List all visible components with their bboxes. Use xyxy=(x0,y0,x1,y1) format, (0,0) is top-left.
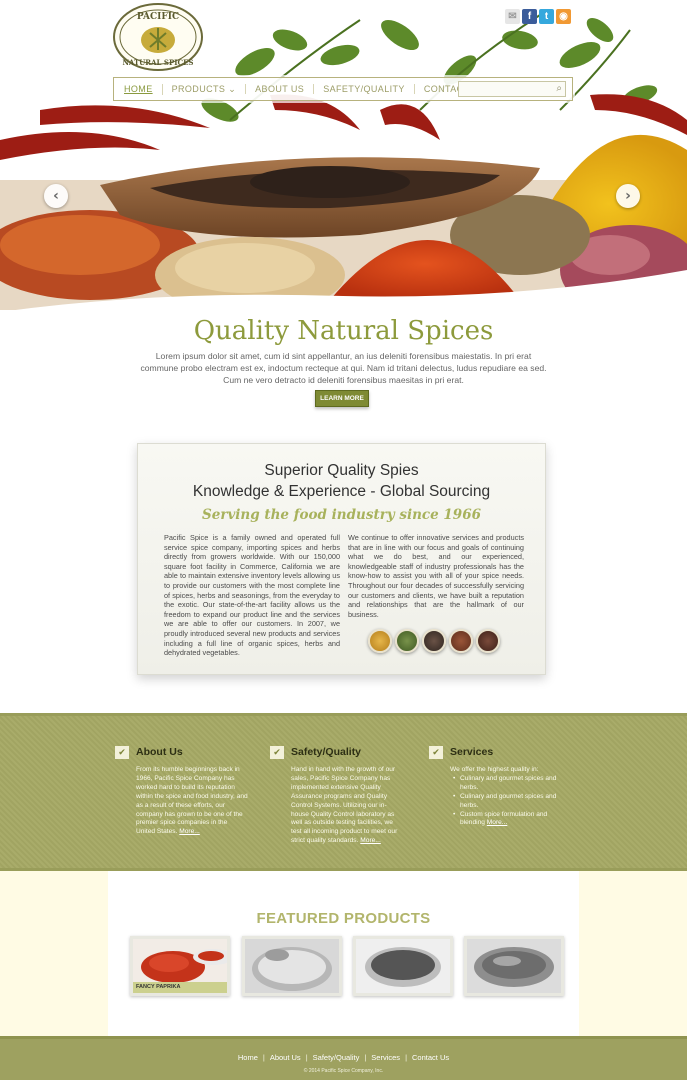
footer-link-contact-us[interactable]: Contact Us xyxy=(412,1053,449,1062)
list-item: Culinary and gourmet spices and herbs. xyxy=(450,793,562,811)
copyright: © 2014 Pacific Spice Company, Inc. xyxy=(303,1068,384,1074)
more-link[interactable]: More... xyxy=(179,828,200,835)
slider-prev-button[interactable]: ‹ xyxy=(44,184,68,208)
nav-about-us[interactable]: ABOUT US xyxy=(245,84,313,94)
feature-intro: We offer the highest quality in: xyxy=(450,766,539,773)
spice-bowl xyxy=(449,629,473,653)
product-card[interactable] xyxy=(353,936,453,996)
list-item: Culinary and gourmet spices and herbs. xyxy=(450,775,562,793)
svg-text:PACIFIC: PACIFIC xyxy=(137,12,179,22)
spice-bowl xyxy=(422,629,446,653)
check-icon: ✔ xyxy=(270,746,284,759)
featured-products-title: FEATURED PRODUCTS xyxy=(256,910,431,927)
hero-spice-image xyxy=(0,14,687,345)
check-icon: ✔ xyxy=(115,746,129,759)
footer-link-safety-quality[interactable]: Safety/Quality xyxy=(313,1053,360,1062)
more-link[interactable]: More... xyxy=(487,819,508,826)
card-subheading: Knowledge & Experience - Global Sourcing xyxy=(192,483,491,500)
social-links: ✉ f t ◉ xyxy=(505,9,571,24)
search-icon[interactable]: ⌕ xyxy=(556,83,562,94)
spice-bowls-image xyxy=(368,629,500,653)
services-list: Culinary and gourmet spices and herbs. C… xyxy=(450,775,562,828)
spice-bowl xyxy=(368,629,392,653)
feature-body: From its humble beginnings back in 1966,… xyxy=(136,766,248,836)
features-band: ✔ About Us From its humble beginnings ba… xyxy=(0,713,687,871)
feature-title: About Us xyxy=(136,746,183,758)
list-item: Custom spice formulation and blending Mo… xyxy=(450,811,562,829)
nav-products[interactable]: PRODUCTS ⌄ xyxy=(161,83,246,95)
feature-body: Hand in hand with the growth of our sale… xyxy=(291,766,398,845)
nav-safety-quality[interactable]: SAFETY/QUALITY xyxy=(313,84,414,94)
twitter-icon[interactable]: t xyxy=(539,9,554,24)
product-card[interactable] xyxy=(242,936,342,996)
footer-link-about-us[interactable]: About Us xyxy=(270,1053,301,1062)
card-tagline: Serving the food industry since 1966 xyxy=(202,507,481,523)
featured-products: FEATURED PRODUCTS FANCY PAPRIKA xyxy=(108,871,579,1036)
card-text-left: Pacific Spice is a family owned and oper… xyxy=(164,533,340,658)
nav-home[interactable]: HOME xyxy=(122,84,162,94)
pacific-natural-spices-logo[interactable]: PACIFIC NATURAL SPICES xyxy=(112,2,204,72)
product-label: FANCY PAPRIKA xyxy=(133,982,227,993)
search-box: ⌕ xyxy=(458,81,566,99)
card-text-right: We continue to offer innovative services… xyxy=(348,533,524,619)
product-image-salt xyxy=(245,939,339,993)
spice-bowl xyxy=(476,629,500,653)
email-icon[interactable]: ✉ xyxy=(505,9,520,24)
footer: Home | About Us | Safety/Quality | Services | Co… xyxy=(0,1036,687,1080)
feature-body: We offer the highest quality in: Culinar… xyxy=(450,766,562,828)
more-link[interactable]: More... xyxy=(360,837,381,844)
chevron-down-icon: ⌄ xyxy=(225,83,237,94)
footer-link-home[interactable]: Home xyxy=(238,1053,258,1062)
feature-title: Services xyxy=(450,746,494,758)
rss-icon[interactable]: ◉ xyxy=(556,9,571,24)
card-heading: Superior Quality Spies xyxy=(264,462,419,479)
footer-link-services[interactable]: Services xyxy=(371,1053,400,1062)
about-card: Superior Quality Spies Knowledge & Exper… xyxy=(137,443,546,675)
svg-text:NATURAL SPICES: NATURAL SPICES xyxy=(123,58,194,67)
product-card[interactable]: FANCY PAPRIKA xyxy=(130,936,230,996)
product-image-herbs xyxy=(467,939,561,993)
product-card[interactable] xyxy=(464,936,564,996)
learn-more-button[interactable]: LEARN MORE xyxy=(315,390,369,407)
product-image-seeds xyxy=(356,939,450,993)
slider-next-button[interactable]: › xyxy=(616,184,640,208)
footer-nav: Home | About Us | Safety/Quality | Services | Co… xyxy=(237,1053,450,1062)
facebook-icon[interactable]: f xyxy=(522,9,537,24)
hero-title: Quality Natural Spices xyxy=(193,316,494,346)
main-nav: HOME PRODUCTS ⌄ ABOUT US SAFETY/QUALITY … xyxy=(113,77,573,101)
feature-title: Safety/Quality xyxy=(291,746,362,758)
check-icon: ✔ xyxy=(429,746,443,759)
hero-text: Lorem ipsum dolor sit amet, cum id sint … xyxy=(140,351,547,385)
search-input[interactable] xyxy=(459,85,549,99)
hero-slider: PACIFIC NATURAL SPICES ✉ f t ◉ HOME PROD… xyxy=(0,0,687,420)
spice-bowl xyxy=(395,629,419,653)
